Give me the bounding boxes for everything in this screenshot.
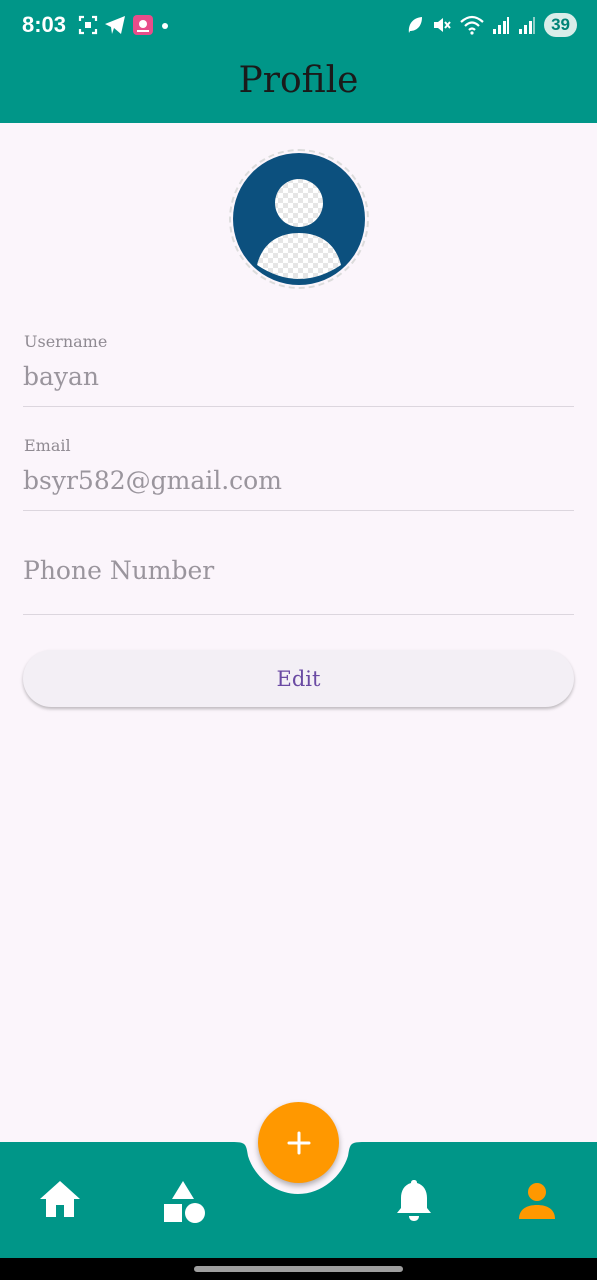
status-time: 8:03 xyxy=(22,12,67,37)
leaf-icon xyxy=(408,17,423,33)
add-button[interactable] xyxy=(258,1102,339,1183)
telegram-icon xyxy=(105,16,125,34)
shapes-icon xyxy=(164,1181,205,1223)
avatar[interactable] xyxy=(229,149,369,289)
person-icon xyxy=(519,1183,555,1219)
edit-button[interactable]: Edit xyxy=(23,650,574,707)
app-notification-icon xyxy=(133,15,153,35)
navigation-gesture-area xyxy=(0,1258,597,1280)
nav-profile[interactable] xyxy=(518,1182,556,1224)
email-input[interactable]: bsyr582@gmail.com xyxy=(23,466,282,495)
username-field[interactable]: Username bayan xyxy=(23,330,574,407)
email-label: Email xyxy=(24,436,71,455)
mute-icon xyxy=(434,18,451,32)
phone-field[interactable]: Phone Number xyxy=(23,538,574,615)
nav-notifications[interactable] xyxy=(396,1178,432,1226)
plus-icon xyxy=(287,1131,310,1154)
email-field[interactable]: Email bsyr582@gmail.com xyxy=(23,434,574,511)
screenshot-icon xyxy=(78,15,98,35)
nav-categories[interactable] xyxy=(163,1180,207,1228)
app-bar: Profile xyxy=(0,52,597,123)
bell-icon xyxy=(397,1180,431,1221)
dot-icon xyxy=(162,23,168,29)
default-avatar-icon xyxy=(233,153,365,285)
signal-icon xyxy=(519,17,536,34)
username-label: Username xyxy=(24,332,108,351)
wifi-icon xyxy=(460,15,484,35)
home-icon xyxy=(40,1181,80,1217)
status-bar: 8:03 39 xyxy=(0,0,597,52)
page-title: Profile xyxy=(238,60,359,101)
gesture-handle[interactable] xyxy=(194,1266,403,1272)
phone-input[interactable]: Phone Number xyxy=(23,556,214,585)
nav-home[interactable] xyxy=(39,1180,81,1222)
battery-icon: 39 xyxy=(544,13,577,37)
username-input[interactable]: bayan xyxy=(23,362,99,391)
signal-icon xyxy=(493,17,510,34)
